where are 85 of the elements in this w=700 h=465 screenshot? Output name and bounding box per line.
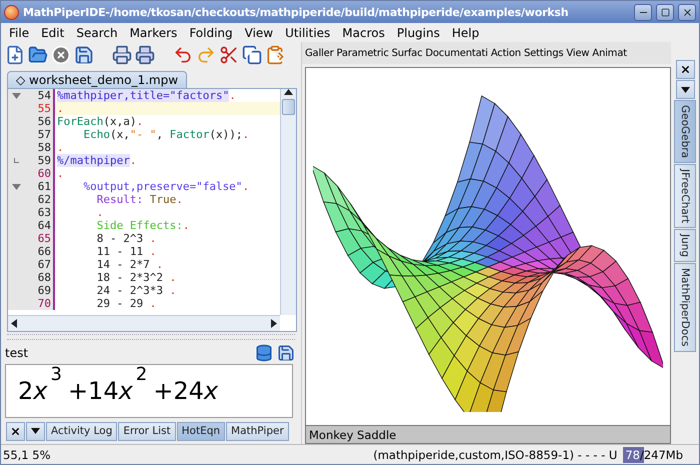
- panel-tab[interactable]: Error List: [118, 422, 176, 440]
- plot-tab[interactable]: Documentati: [425, 48, 488, 58]
- horizontal-scrollbar[interactable]: [8, 315, 280, 331]
- menu-item[interactable]: Utilities: [285, 26, 330, 40]
- side-tab[interactable]: MathPiperDocs: [674, 263, 696, 352]
- line-number: 65: [36, 232, 52, 245]
- close-button[interactable]: [678, 4, 696, 20]
- line-number: 68: [36, 271, 52, 284]
- line-number: 67: [36, 258, 52, 271]
- line-number: 55: [36, 102, 52, 115]
- maximize-button[interactable]: [656, 4, 674, 20]
- buffer-mode: (mathpiperide,custom,ISO-8859-1) - - - - U: [373, 448, 618, 462]
- app-logo-icon: [4, 4, 19, 20]
- menu-item[interactable]: Folding: [189, 26, 233, 40]
- line-number: 60: [36, 167, 52, 180]
- save-icon[interactable]: [277, 344, 295, 362]
- dropdown-button[interactable]: [676, 80, 694, 99]
- fold-end-icon: [14, 158, 18, 163]
- scroll-left-arrow-icon[interactable]: [11, 319, 17, 328]
- code-editor[interactable]: [7, 88, 297, 332]
- plot-tab[interactable]: Animat: [592, 48, 627, 58]
- caret-icon: [680, 86, 690, 92]
- line-number: 58: [36, 141, 52, 154]
- panel-tab[interactable]: HotEqn: [176, 422, 226, 440]
- copy-icon[interactable]: [242, 45, 262, 65]
- print-preview-icon[interactable]: [135, 45, 155, 65]
- menu-item[interactable]: Plugins: [396, 26, 440, 40]
- line-number: 70: [36, 297, 52, 310]
- plot-tab[interactable]: Galler: [305, 48, 334, 58]
- line-number: 61: [36, 180, 52, 193]
- side-tab[interactable]: GeoGebra: [674, 100, 696, 164]
- line-number: 62: [36, 193, 52, 206]
- line-number: 63: [36, 206, 52, 219]
- close-button[interactable]: [676, 60, 694, 79]
- vertical-scrollbar[interactable]: [280, 89, 296, 315]
- cut-icon[interactable]: [219, 45, 239, 65]
- splitter-handle[interactable]: [7, 334, 295, 340]
- paste-icon[interactable]: [265, 45, 285, 65]
- minimize-button[interactable]: [634, 4, 652, 20]
- menu-item[interactable]: Search: [76, 26, 118, 40]
- fold-triangle-icon[interactable]: [12, 184, 20, 190]
- close-button[interactable]: [6, 422, 25, 440]
- database-icon[interactable]: [255, 344, 273, 362]
- scroll-up-arrow-icon[interactable]: [284, 89, 293, 95]
- caret-icon: [31, 428, 40, 434]
- print-icon[interactable]: [112, 45, 132, 65]
- line-number: 69: [36, 284, 52, 297]
- side-tab[interactable]: JFreeChart: [674, 164, 696, 228]
- line-number: 54: [36, 89, 52, 102]
- plot-tab[interactable]: Action: [490, 48, 521, 58]
- line-number: 59: [36, 154, 52, 167]
- menu-item[interactable]: View: [244, 26, 274, 40]
- line-number: 56: [36, 115, 52, 128]
- file-tab[interactable]: ◇ worksheet_demo_1.mpw: [7, 71, 188, 88]
- window-title: MathPiperIDE-/home/tkosan/checkouts/mathpiperide/build/mathpiperide/examples/worksh: [23, 6, 570, 18]
- menu-item[interactable]: Markers: [130, 26, 178, 40]
- folder-icon[interactable]: [28, 45, 48, 65]
- caret-position: 55,1 5%: [3, 448, 52, 462]
- menu-item[interactable]: Help: [452, 26, 480, 40]
- scroll-right-arrow-icon[interactable]: [271, 319, 277, 328]
- close-icon[interactable]: [51, 45, 71, 65]
- panel-label: test: [5, 346, 30, 360]
- menu-item[interactable]: File: [9, 26, 30, 40]
- maximize-icon: [660, 8, 670, 16]
- new-file-icon[interactable]: [5, 45, 25, 65]
- side-tab[interactable]: Jung: [674, 229, 696, 262]
- plot-tab[interactable]: Settings: [524, 48, 564, 58]
- line-number: 66: [36, 245, 52, 258]
- close-icon: [10, 426, 21, 436]
- line-number: 57: [36, 128, 52, 141]
- undo-icon[interactable]: [173, 45, 193, 65]
- close-icon: [680, 64, 690, 75]
- close-icon: [682, 6, 692, 18]
- menu-item[interactable]: Edit: [41, 26, 64, 40]
- scrollbar-thumb[interactable]: [282, 99, 295, 115]
- save-icon[interactable]: [74, 45, 94, 65]
- plot-caption: Monkey Saddle: [305, 426, 671, 444]
- fold-triangle-icon[interactable]: [12, 92, 20, 98]
- line-number: 64: [36, 219, 52, 232]
- plot-tab[interactable]: View: [566, 48, 590, 58]
- panel-tab[interactable]: Activity Log: [46, 422, 118, 440]
- plot-tab[interactable]: Parametric Surfac: [336, 48, 422, 58]
- dropdown-button[interactable]: [26, 422, 45, 440]
- menu-item[interactable]: Macros: [342, 26, 385, 40]
- panel-tab[interactable]: MathPiper: [226, 422, 289, 440]
